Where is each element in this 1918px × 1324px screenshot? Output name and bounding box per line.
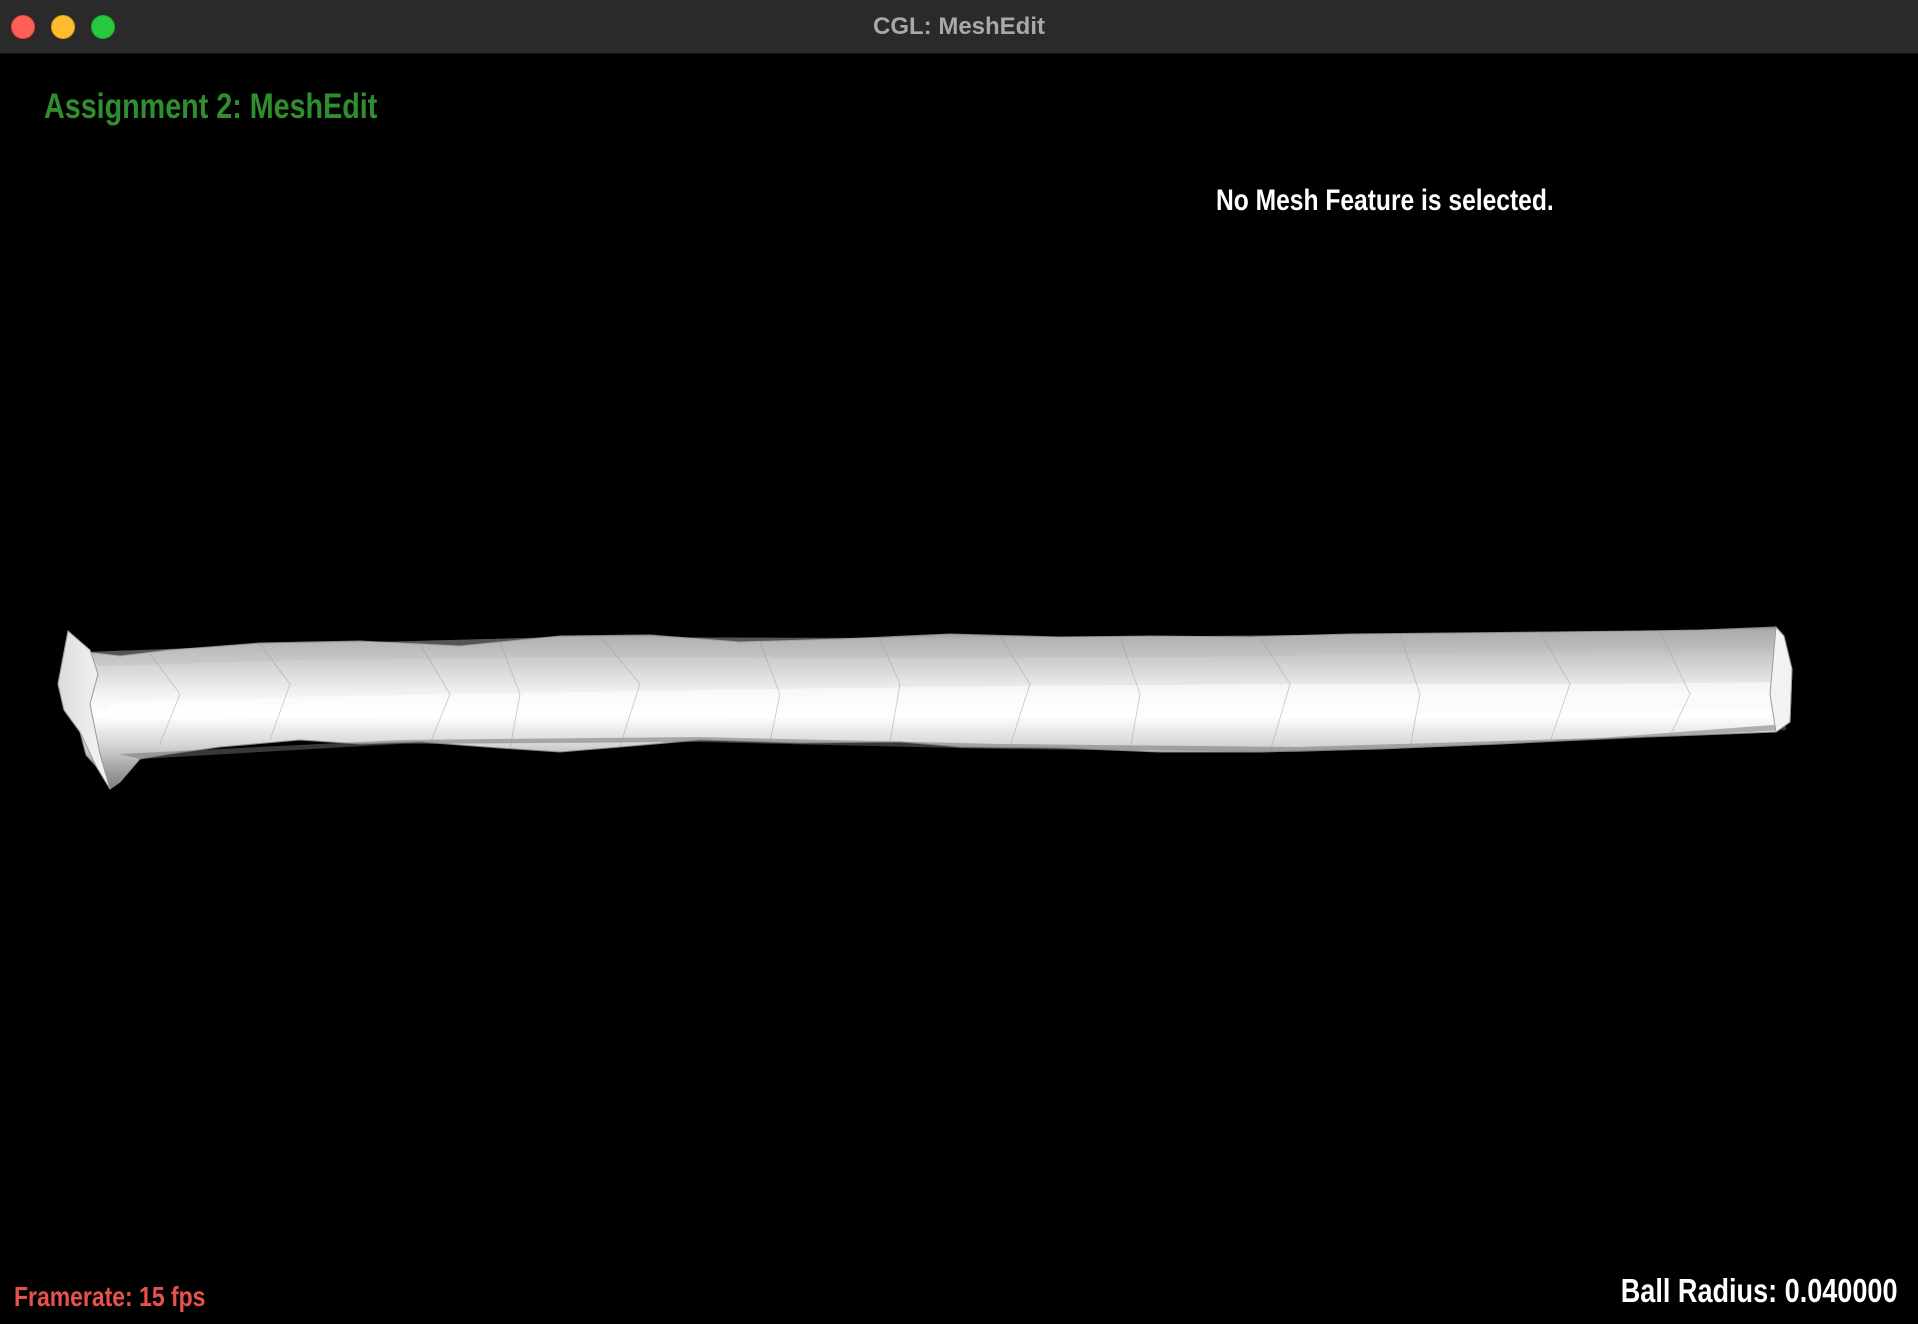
- ball-radius-readout: Ball Radius: 0.040000: [1621, 1272, 1898, 1309]
- assignment-title: Assignment 2: MeshEdit: [44, 87, 378, 126]
- mesh-viewport[interactable]: Assignment 2: MeshEdit No Mesh Feature i…: [0, 54, 1918, 1324]
- selection-status-text: No Mesh Feature is selected.: [1216, 184, 1554, 217]
- framerate-readout: Framerate: 15 fps: [14, 1281, 206, 1312]
- title-bar[interactable]: CGL: MeshEdit: [0, 0, 1918, 54]
- app-window: CGL: MeshEdit Assignment 2: MeshEdit No …: [0, 0, 1918, 1324]
- mesh-model[interactable]: [0, 54, 1918, 1324]
- window-title: CGL: MeshEdit: [873, 13, 1045, 40]
